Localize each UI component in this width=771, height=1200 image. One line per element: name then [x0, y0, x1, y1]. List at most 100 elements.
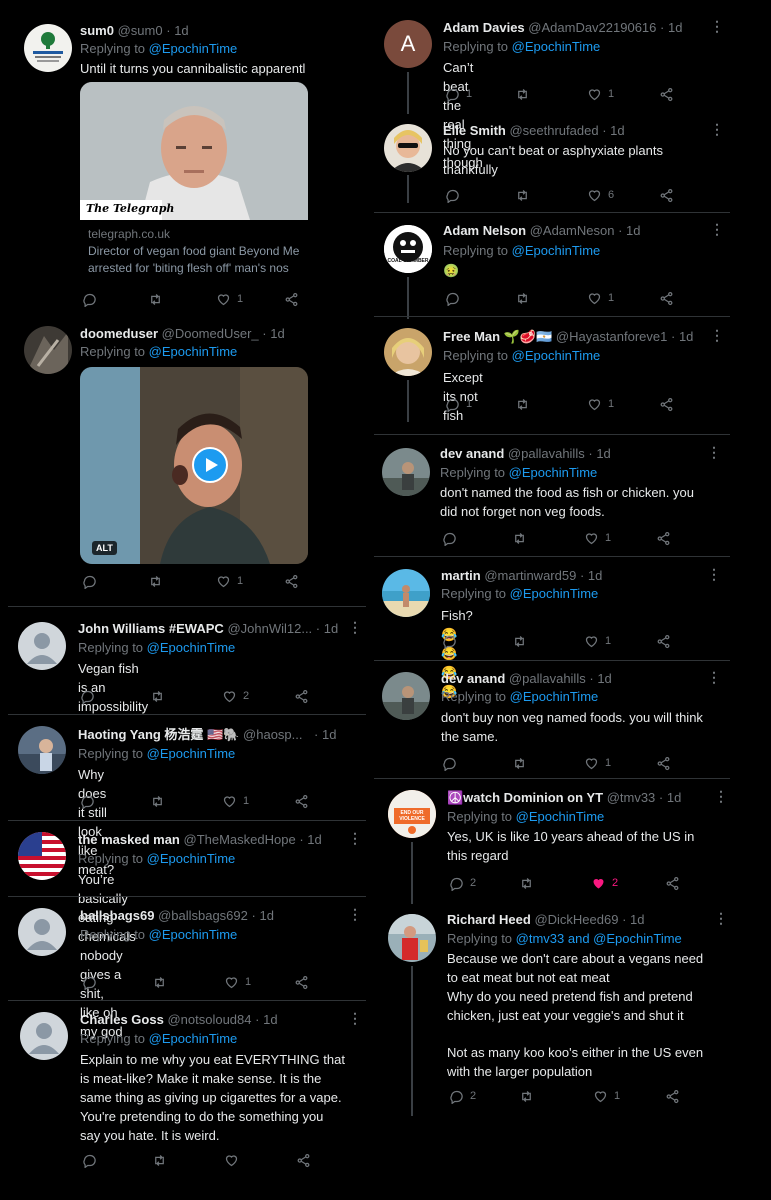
like-button[interactable]: 1	[587, 395, 614, 413]
mention-link[interactable]: @EpochinTime	[147, 746, 236, 761]
mention-link[interactable]: @EpochinTime	[510, 586, 599, 601]
retweet-button[interactable]	[148, 572, 163, 590]
handle[interactable]: @Hayastanforeve1	[556, 329, 667, 344]
reply-button[interactable]	[442, 632, 457, 650]
display-name[interactable]: ballsbags69	[80, 908, 154, 923]
display-name[interactable]: Free Man 🌱🥩🇦🇷	[443, 329, 552, 344]
retweet-button[interactable]	[515, 289, 530, 307]
display-name[interactable]: Adam Nelson	[443, 223, 526, 238]
retweet-button[interactable]	[148, 290, 163, 308]
like-button[interactable]: 1	[593, 1087, 620, 1105]
timestamp[interactable]: 1d	[597, 671, 611, 686]
display-name[interactable]: the masked man	[78, 832, 180, 847]
avatar[interactable]	[382, 672, 430, 720]
share-button[interactable]	[656, 754, 671, 772]
more-options-icon[interactable]: ⋮	[707, 567, 721, 581]
like-button[interactable]: 6	[587, 186, 614, 204]
avatar[interactable]	[382, 569, 430, 617]
share-button[interactable]	[659, 85, 674, 103]
avatar[interactable]	[18, 622, 66, 670]
handle[interactable]: @haosp...	[243, 727, 302, 742]
like-button[interactable]: 1	[584, 529, 611, 547]
handle[interactable]: @martinward59	[484, 568, 576, 583]
like-button[interactable]: 1	[587, 289, 614, 307]
mention-link[interactable]: @EpochinTime	[149, 927, 238, 942]
retweet-button[interactable]	[512, 529, 527, 547]
share-button[interactable]	[656, 529, 671, 547]
timestamp[interactable]: 1d	[596, 446, 610, 461]
share-button[interactable]	[284, 290, 299, 308]
mention-link[interactable]: @EpochinTime	[516, 809, 605, 824]
display-name[interactable]: Charles Goss	[80, 1012, 164, 1027]
reply-button[interactable]	[442, 529, 457, 547]
more-options-icon[interactable]: ⋮	[714, 911, 728, 925]
share-button[interactable]	[659, 289, 674, 307]
avatar[interactable]	[18, 908, 66, 956]
avatar[interactable]	[18, 832, 66, 880]
handle[interactable]: @pallavahills	[509, 671, 586, 686]
share-button[interactable]	[665, 1087, 680, 1105]
retweet-button[interactable]	[512, 632, 527, 650]
display-name[interactable]: John Williams #EWAPC	[78, 621, 224, 636]
handle[interactable]: @notsoloud84	[167, 1012, 251, 1027]
handle[interactable]: @tmv33	[607, 790, 656, 805]
avatar[interactable]	[384, 124, 432, 172]
handle[interactable]: @sum0	[118, 23, 163, 38]
display-name[interactable]: Richard Heed	[447, 912, 531, 927]
play-icon[interactable]	[192, 447, 228, 483]
avatar[interactable]	[18, 726, 66, 774]
like-button[interactable]: 2	[222, 687, 249, 705]
like-button[interactable]: 1	[216, 290, 243, 308]
reply-button[interactable]	[82, 290, 97, 308]
timestamp[interactable]: 1d	[307, 832, 321, 847]
more-options-icon[interactable]: ⋮	[348, 907, 362, 921]
more-options-icon[interactable]: ⋮	[714, 789, 728, 803]
reply-button[interactable]	[445, 186, 460, 204]
avatar[interactable]	[24, 326, 72, 374]
more-options-icon[interactable]: ⋮	[710, 122, 724, 136]
more-options-icon[interactable]: ⋮	[348, 620, 362, 634]
share-button[interactable]	[656, 632, 671, 650]
timestamp[interactable]: 1d	[263, 1012, 277, 1027]
avatar[interactable]	[24, 24, 72, 72]
handle[interactable]: @TheMaskedHope	[184, 832, 296, 847]
reply-button[interactable]	[80, 792, 95, 810]
display-name[interactable]: ☮️watch Dominion on YT	[447, 790, 603, 805]
handle[interactable]: @DoomedUser_	[162, 326, 259, 341]
display-name[interactable]: dev anand	[440, 446, 504, 461]
mention-link[interactable]: @EpochinTime	[149, 1031, 238, 1046]
display-name[interactable]: dev anand	[441, 671, 505, 686]
retweet-button[interactable]	[515, 395, 530, 413]
display-name[interactable]: doomeduser	[80, 326, 158, 341]
timestamp[interactable]: 1d	[667, 790, 681, 805]
mention-link[interactable]: @EpochinTime	[147, 640, 236, 655]
retweet-button[interactable]	[512, 754, 527, 772]
share-button[interactable]	[296, 1151, 311, 1169]
mention-link[interactable]: @EpochinTime	[147, 851, 236, 866]
timestamp[interactable]: 1d	[270, 326, 284, 341]
like-button[interactable]	[224, 1151, 239, 1169]
share-button[interactable]	[294, 687, 309, 705]
avatar[interactable]: COAL CHAMBER	[384, 225, 432, 273]
timestamp[interactable]: 1d	[322, 727, 336, 742]
more-options-icon[interactable]: ⋮	[710, 222, 724, 236]
display-name[interactable]: sum0	[80, 23, 114, 38]
mention-link[interactable]: @EpochinTime	[512, 243, 601, 258]
timestamp[interactable]: 1d	[259, 908, 273, 923]
retweet-button[interactable]	[152, 1151, 167, 1169]
more-options-icon[interactable]: ⋮	[707, 670, 721, 684]
reply-button[interactable]	[445, 289, 460, 307]
reply-button[interactable]: 2	[449, 874, 476, 892]
like-button[interactable]: 1	[584, 754, 611, 772]
handle[interactable]: @DickHeed69	[534, 912, 618, 927]
reply-button[interactable]	[442, 754, 457, 772]
mention-link[interactable]: @tmv33 and @EpochinTime	[516, 931, 682, 946]
share-button[interactable]	[284, 572, 299, 590]
mention-link[interactable]: @EpochinTime	[509, 465, 598, 480]
reply-button[interactable]: 1	[445, 85, 472, 103]
alt-badge[interactable]: ALT	[92, 541, 117, 555]
timestamp[interactable]: 1d	[588, 568, 602, 583]
like-button[interactable]: 1	[222, 792, 249, 810]
timestamp[interactable]: 1d	[324, 621, 338, 636]
share-button[interactable]	[294, 973, 309, 991]
